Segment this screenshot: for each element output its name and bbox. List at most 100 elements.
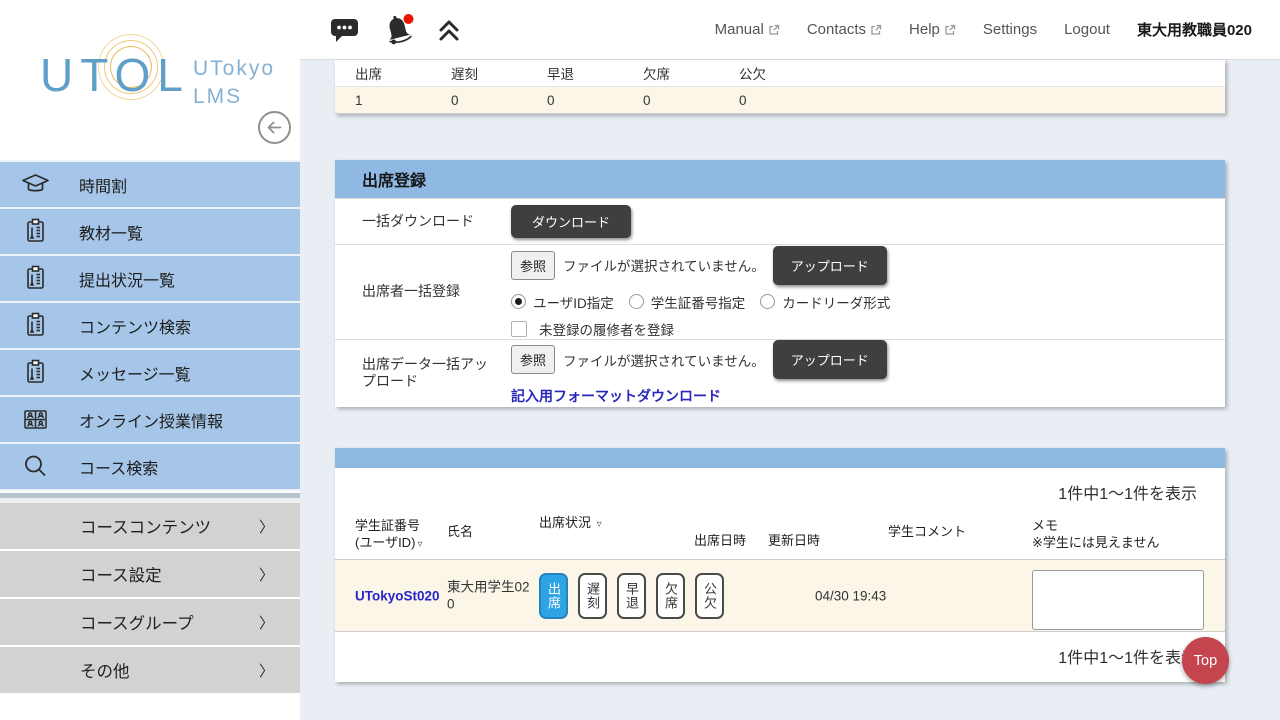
logout-link-label: Logout (1064, 21, 1110, 38)
browse-file-button[interactable]: 参照 (511, 251, 555, 280)
status-excused-button[interactable]: 公欠 (695, 573, 724, 619)
status-present-button[interactable]: 出席 (539, 573, 568, 619)
manual-link[interactable]: Manual (715, 21, 780, 38)
sidebar-item-timetable[interactable]: 時間割 (0, 162, 300, 209)
summary-excused-count: 0 (739, 93, 835, 108)
logo-subtitle-line1: UTokyo (193, 55, 275, 83)
column-memo: メモ ※学生には見えません (1032, 517, 1160, 552)
bulk-register-label: 出席者一括登録 (335, 283, 511, 301)
radio-card-reader-label[interactable]: カードリーダ形式 (782, 292, 890, 312)
bulk-upload-row: 出席データ一括アップロード 参照 ファイルが選択されていません。 アップロード … (335, 339, 1225, 406)
external-link-icon (944, 24, 956, 36)
summary-absent-count: 0 (643, 93, 739, 108)
browse-file-button[interactable]: 参照 (511, 345, 555, 374)
sort-indicator-icon: ▿ (417, 539, 422, 550)
sidebar-item-others[interactable]: その他 〉 (0, 647, 300, 695)
external-link-icon (768, 24, 780, 36)
speech-bubble-icon (330, 16, 360, 43)
bell-icon (380, 12, 416, 48)
status-button-group: 出席 遅刻 早退 欠席 公欠 (539, 573, 724, 619)
chevron-right-icon: 〉 (259, 660, 274, 681)
logout-link[interactable]: Logout (1064, 21, 1110, 38)
summary-header-row: 出席 遅刻 早退 欠席 公欠 (335, 60, 1225, 86)
format-download-link[interactable]: 記入用フォーマットダウンロード (511, 386, 887, 406)
radio-card-reader[interactable] (760, 294, 775, 309)
scroll-to-top-button[interactable] (436, 17, 462, 43)
submenu-item-label: その他 (80, 658, 130, 682)
notifications-button[interactable] (380, 12, 416, 48)
result-count-text: 1件中1〜1件を表示 (1058, 644, 1197, 668)
radio-student-card-number-label[interactable]: 学生証番号指定 (651, 292, 746, 312)
sidebar-item-messages[interactable]: メッセージ一覧 (0, 350, 300, 397)
radio-user-id-label[interactable]: ユーザID指定 (533, 292, 614, 312)
help-link[interactable]: Help (909, 21, 956, 38)
upload-button[interactable]: アップロード (773, 340, 887, 379)
register-unenrolled-checkbox[interactable] (511, 321, 527, 337)
status-late-button[interactable]: 遅刻 (578, 573, 607, 619)
no-file-selected-text: ファイルが選択されていません。 (563, 255, 765, 275)
column-status[interactable]: 出席状況 ▿ (539, 514, 694, 532)
submenu-item-label: コースコンテンツ (80, 514, 211, 538)
table-footer: 1件中1〜1件を表示 (335, 632, 1225, 680)
help-link-label: Help (909, 21, 940, 38)
utol-logo: UTOL (40, 48, 190, 102)
sidebar-section-divider (0, 491, 300, 503)
sidebar-item-course-search[interactable]: コース検索 (0, 444, 300, 491)
sidebar-item-label: 提出状況一覧 (79, 267, 175, 291)
sidebar-item-course-group[interactable]: コースグループ 〉 (0, 599, 300, 647)
sidebar-item-online-class-info[interactable]: オンライン授業情報 (0, 397, 300, 444)
student-id-link[interactable]: UTokyoSt020 (355, 588, 440, 603)
logo-subtitle-line2: LMS (193, 83, 275, 111)
radio-student-card-number[interactable] (629, 294, 644, 309)
contacts-link-label: Contacts (807, 21, 866, 38)
sidebar-item-label: オンライン授業情報 (79, 408, 223, 432)
register-unenrolled-label[interactable]: 未登録の履修者を登録 (539, 319, 674, 339)
radio-user-id[interactable] (511, 294, 526, 309)
sidebar-item-materials[interactable]: 教材一覧 (0, 209, 300, 256)
sidebar: UTOL UTokyo LMS 時間割 教材一覧 提 (0, 0, 300, 720)
column-student-id[interactable]: 学生証番号 (ユーザID)▿ (355, 517, 447, 552)
sidebar-item-course-settings[interactable]: コース設定 〉 (0, 551, 300, 599)
back-to-top-button[interactable]: Top (1182, 637, 1229, 684)
sidebar-item-content-search[interactable]: コンテンツ検索 (0, 303, 300, 350)
summary-col-present: 出席 (355, 63, 451, 83)
external-link-icon (870, 24, 882, 36)
people-grid-icon (20, 404, 51, 435)
bulk-download-label: 一括ダウンロード (335, 213, 511, 231)
status-early-leave-button[interactable]: 早退 (617, 573, 646, 619)
status-absent-button[interactable]: 欠席 (656, 573, 685, 619)
sidebar-item-label: 教材一覧 (79, 220, 143, 244)
memo-textarea[interactable] (1032, 570, 1204, 630)
sidebar-item-label: コンテンツ検索 (79, 314, 191, 338)
sidebar-item-submission-status[interactable]: 提出状況一覧 (0, 256, 300, 303)
column-update-datetime: 更新日時 (768, 532, 888, 550)
settings-link[interactable]: Settings (983, 21, 1037, 38)
contacts-link[interactable]: Contacts (807, 21, 882, 38)
download-button[interactable]: ダウンロード (511, 205, 631, 238)
current-user-name[interactable]: 東大用教職員020 (1137, 19, 1252, 40)
upload-button[interactable]: アップロード (773, 246, 887, 285)
table-header: 1件中1〜1件を表示 学生証番号 (ユーザID)▿ 氏名 出席状況 ▿ 出席日時… (335, 468, 1225, 560)
student-name: 東大用学生020 (447, 578, 531, 613)
summary-col-absent: 欠席 (643, 63, 739, 83)
column-student-comment: 学生コメント (888, 523, 1032, 541)
no-file-selected-text: ファイルが選択されていません。 (563, 350, 765, 370)
bulk-download-row: 一括ダウンロード ダウンロード (335, 198, 1225, 244)
messages-button[interactable] (330, 16, 360, 43)
clipboard-icon (20, 216, 51, 247)
sidebar-collapse-button[interactable] (258, 111, 291, 144)
manual-link-label: Manual (715, 21, 764, 38)
sidebar-course-menu: コースコンテンツ 〉 コース設定 〉 コースグループ 〉 その他 〉 (0, 503, 300, 695)
settings-link-label: Settings (983, 21, 1037, 38)
update-datetime-value: 04/30 19:43 (815, 588, 886, 603)
summary-late-count: 0 (451, 93, 547, 108)
sort-indicator-icon: ▿ (597, 519, 602, 530)
double-chevron-up-icon (436, 17, 462, 43)
sidebar-main-menu: 時間割 教材一覧 提出状況一覧 コンテンツ検索 メッセージ一覧 (0, 160, 300, 491)
graduation-cap-icon (20, 169, 51, 200)
search-icon (20, 451, 51, 482)
submenu-item-label: コース設定 (80, 562, 162, 586)
sidebar-item-course-contents[interactable]: コースコンテンツ 〉 (0, 503, 300, 551)
summary-early-leave-count: 0 (547, 93, 643, 108)
summary-col-early-leave: 早退 (547, 63, 643, 83)
